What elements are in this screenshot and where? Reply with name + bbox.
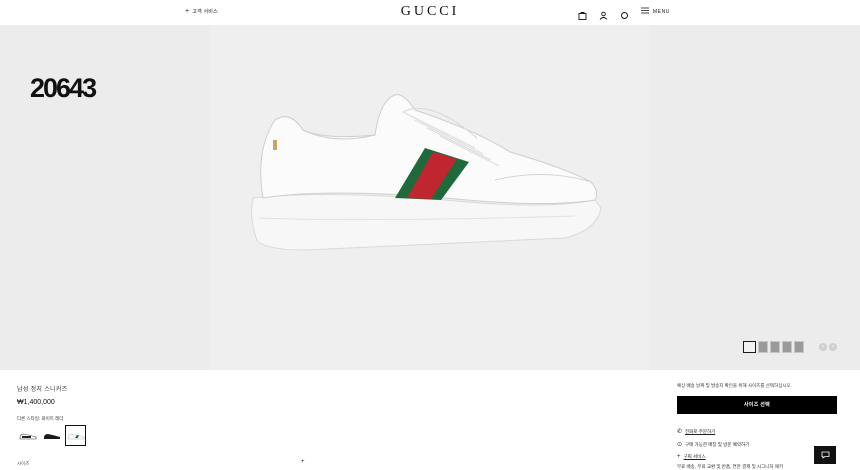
product-price: ₩1,400,000 bbox=[17, 399, 55, 406]
search-icon[interactable] bbox=[620, 7, 629, 19]
variant-black-white[interactable] bbox=[17, 425, 38, 446]
variant-white[interactable] bbox=[65, 425, 86, 446]
plus-icon: + bbox=[677, 454, 681, 460]
sneaker-image bbox=[251, 94, 602, 251]
service-description: 무료 배송, 무료 교환 및 반품, 연한 결제 및 시그니처 패키 bbox=[677, 464, 784, 469]
chat-bubble-icon bbox=[821, 446, 830, 464]
size-label: 사이즈 bbox=[17, 461, 30, 466]
gallery-thumb-5[interactable] bbox=[794, 341, 804, 353]
gallery-arrows: ‹ › bbox=[819, 343, 837, 351]
variant-label: 다른 스타일: 화이트 레더 bbox=[17, 416, 64, 421]
client-service-link[interactable]: + 고객 서비스 bbox=[185, 7, 218, 16]
phone-icon: ✆ bbox=[677, 429, 683, 435]
gallery-thumb-1[interactable] bbox=[743, 341, 756, 353]
client-service-label: 고객 서비스 bbox=[192, 9, 218, 15]
hamburger-icon bbox=[640, 7, 649, 16]
gallery-thumbnails bbox=[743, 341, 804, 353]
site-header: + 고객 서비스 GUCCI MENU bbox=[0, 0, 860, 25]
product-name: 남성 정지 스니커즈 bbox=[17, 387, 68, 393]
bag-icon[interactable] bbox=[578, 7, 587, 20]
variant-black[interactable] bbox=[41, 425, 62, 446]
product-hero: 20643 ‹ › bbox=[0, 25, 860, 370]
product-info: 남성 정지 스니커즈 ₩1,400,000 다른 스타일: 화이트 레더 사이즈… bbox=[0, 370, 860, 470]
shipping-note: 예상 배송 날짜 및 발송지 확인을 위해 사이즈를 선택하십시오. bbox=[677, 383, 792, 388]
menu-label: MENU bbox=[652, 8, 670, 15]
menu-button[interactable]: MENU bbox=[640, 7, 670, 16]
gucci-service-link[interactable]: + 구찌 서비스 bbox=[677, 454, 705, 460]
store-availability-link[interactable]: ⊙ 구매 가능한 매장 및 방문 예약하기 bbox=[677, 441, 749, 449]
brand-logo[interactable]: GUCCI bbox=[400, 4, 460, 20]
watermark-code: 20643 bbox=[30, 73, 97, 103]
header-icons: MENU bbox=[578, 7, 670, 20]
gallery-thumb-2[interactable] bbox=[758, 341, 768, 353]
variant-options bbox=[17, 425, 86, 446]
plus-icon: + bbox=[185, 7, 190, 15]
location-pin-icon: ⊙ bbox=[677, 442, 683, 448]
select-size-button[interactable]: 사이즈 선택 bbox=[677, 396, 837, 414]
call-order-link[interactable]: ✆ 전화로 주문하기 bbox=[677, 428, 715, 436]
gallery-thumb-3[interactable] bbox=[770, 341, 780, 353]
prev-arrow-icon[interactable]: ‹ bbox=[819, 343, 827, 351]
size-expand-toggle[interactable]: + bbox=[301, 459, 305, 465]
next-arrow-icon[interactable]: › bbox=[829, 343, 837, 351]
chat-button[interactable] bbox=[814, 446, 836, 464]
account-icon[interactable] bbox=[599, 7, 608, 20]
gallery-thumb-4[interactable] bbox=[782, 341, 792, 353]
